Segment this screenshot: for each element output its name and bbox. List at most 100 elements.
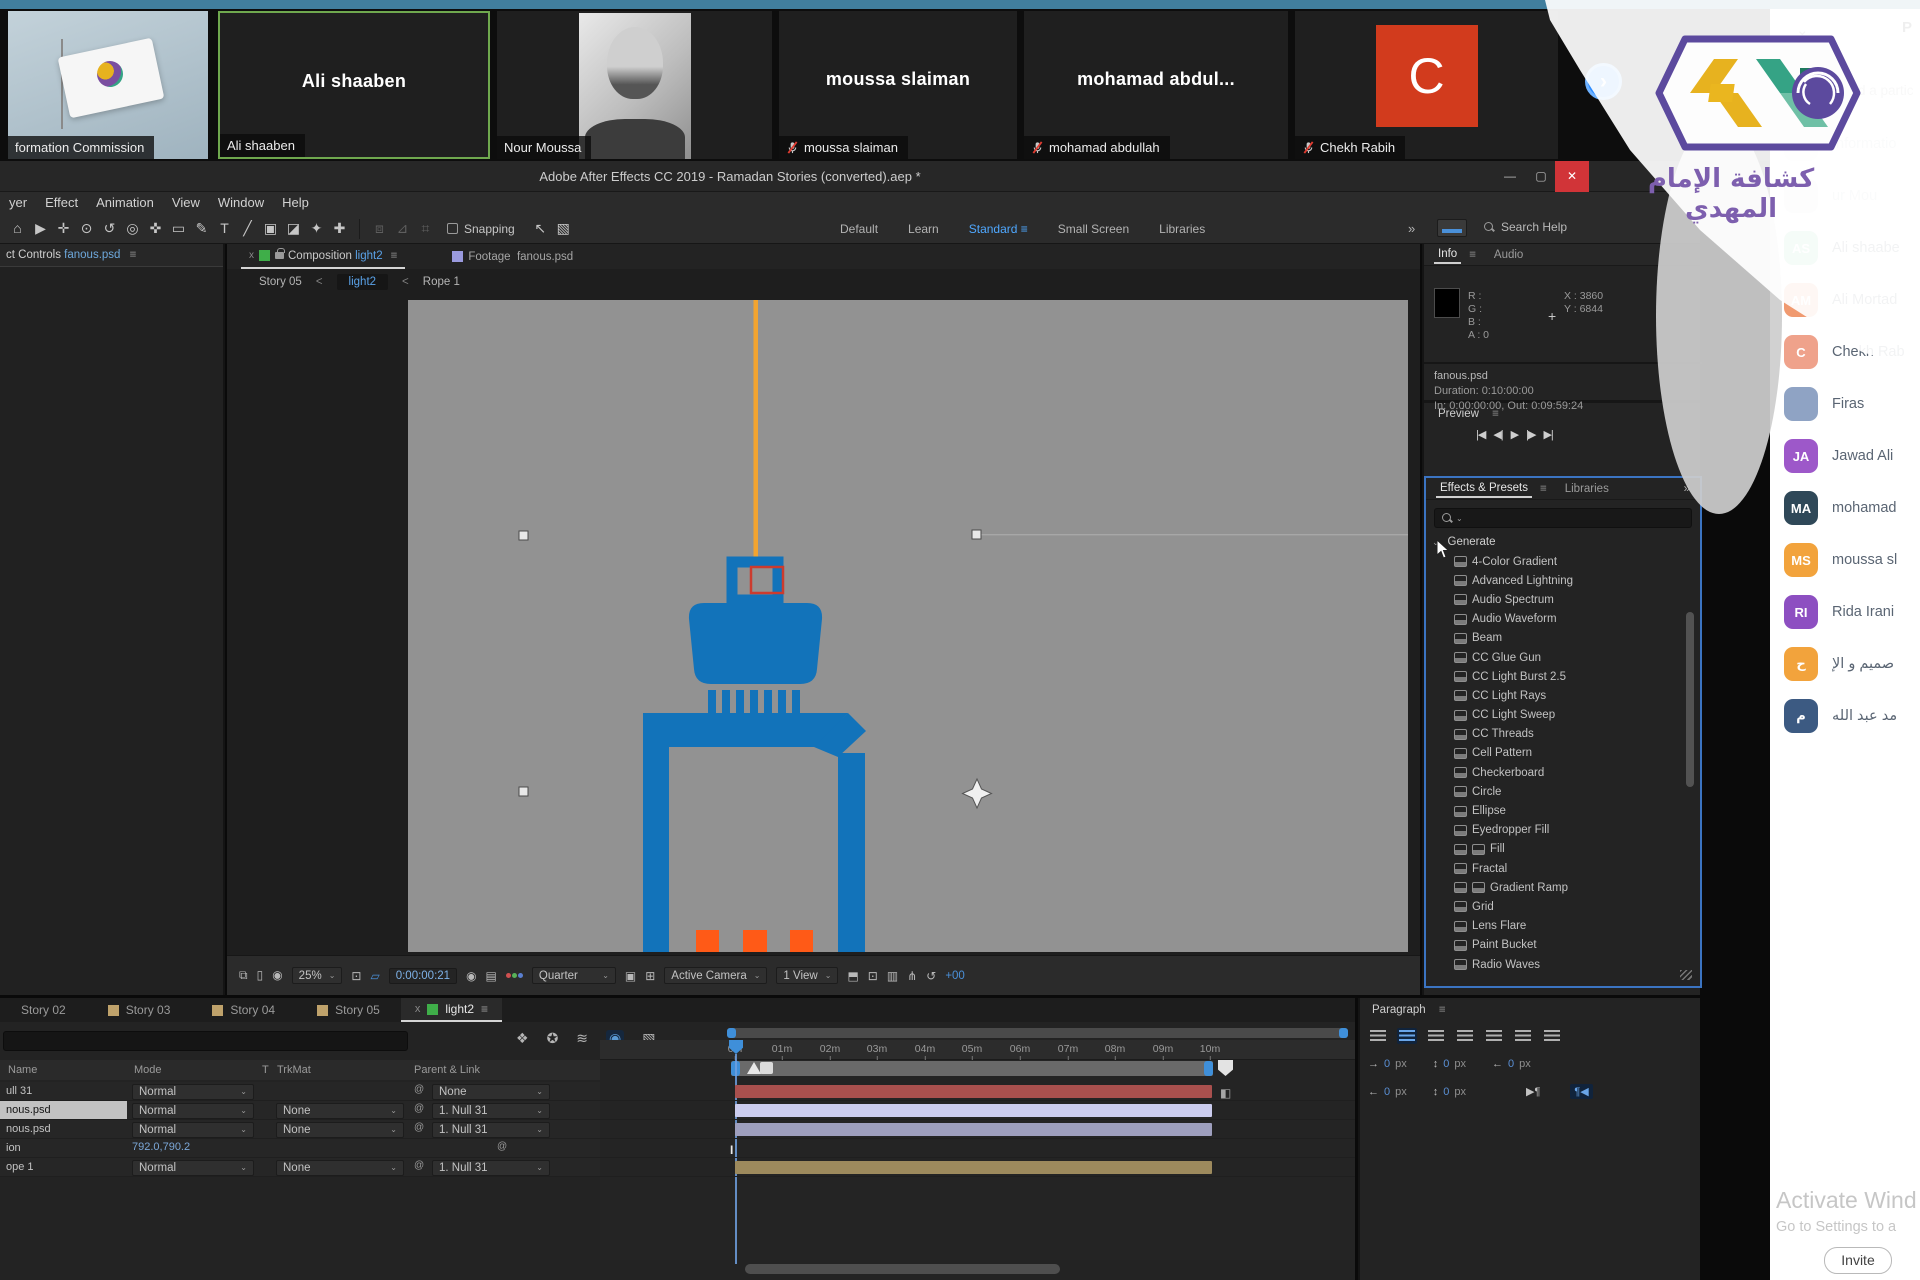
tool-icon[interactable]: ✜ [144,220,167,237]
close-button[interactable]: ✕ [1555,161,1589,192]
panel-menu-icon[interactable]: ≡ [1540,483,1547,495]
timeline-tab[interactable]: Story 05 [296,998,401,1022]
timeline-tab[interactable]: Story 02 [0,998,87,1022]
layer-name[interactable]: nous.psd [0,1101,127,1119]
menu-item[interactable]: Animation [96,195,154,210]
panel-menu-icon[interactable]: ≡ [481,1002,488,1016]
justify-last-center-button[interactable] [1484,1028,1504,1044]
effect-item[interactable]: Lens Flare [1454,917,1684,936]
participant-row[interactable]: م مد عبد الله [1784,690,1920,742]
trkmat-dropdown[interactable]: None⌄ [276,1160,404,1176]
timeline-switch-icon[interactable]: ❖ [516,1030,529,1047]
effect-item[interactable]: CC Threads [1454,725,1684,744]
layer-name[interactable]: ull 31 [0,1082,127,1100]
workspace-tab[interactable]: Learn [908,222,939,236]
trkmat-dropdown[interactable]: None⌄ [276,1103,404,1119]
viewer-bar-icon[interactable]: ⊡ [868,969,878,983]
workspace-tab[interactable]: Default [840,222,878,236]
effect-item[interactable]: Advanced Lightning [1454,571,1684,590]
timeline-tab[interactable]: Story 03 [87,998,192,1022]
effects-scrollbar[interactable] [1686,612,1694,787]
viewer-bar-icon[interactable]: ⊞ [645,969,655,983]
tool-icon[interactable]: ▣ [259,220,282,237]
tool-icon[interactable]: ▶ [29,220,52,237]
layer-row[interactable]: nous.psd Normal⌄ None⌄ @ 1. Null 31⌄ [0,1120,1355,1139]
tool-icon[interactable]: ◎ [121,220,144,237]
tool-icon[interactable]: ╱ [236,220,259,237]
panel-resize-grip[interactable] [1680,970,1692,980]
time-ruler[interactable]: 0m01m02m03m04m05m06m07m08m09m10m [600,1040,1355,1060]
effect-item[interactable]: Grid [1454,897,1684,916]
effect-item[interactable]: Circle [1454,782,1684,801]
menu-item[interactable]: Window [218,195,264,210]
tab-info[interactable]: Info [1434,246,1461,264]
col-parent[interactable]: Parent & Link [414,1064,480,1076]
indent-right-field[interactable]: ← 0px [1492,1058,1531,1070]
video-tile[interactable]: formation Commission [8,11,208,159]
participant-row[interactable]: RI Rida Irani [1784,586,1920,638]
viewer-bar-icon[interactable]: ⬒ [847,969,858,983]
effect-item[interactable]: CC Glue Gun [1454,648,1684,667]
snapping-checkbox[interactable] [447,223,458,234]
tool-icon[interactable]: ◪ [282,220,305,237]
blend-mode-dropdown[interactable]: Normal⌄ [132,1103,254,1119]
tool-icon[interactable]: ▧ [552,220,575,237]
layer-row[interactable]: nous.psd Normal⌄ None⌄ @ 1. Null 31⌄ [0,1101,1355,1120]
search-help-box[interactable]: Search Help [1484,220,1567,234]
col-mode[interactable]: Mode [134,1064,162,1076]
work-area-start-handle[interactable] [747,1062,761,1074]
align-center-button[interactable] [1397,1028,1417,1044]
workspace-overflow-icon[interactable]: » [1408,221,1415,236]
participant-row[interactable]: C Chekh Rab [1784,326,1920,378]
viewer-bar-icon[interactable]: ⊡ [351,969,361,983]
tool-icon[interactable]: ⊙ [75,220,98,237]
align-right-button[interactable] [1426,1028,1446,1044]
trkmat-dropdown[interactable]: None⌄ [276,1122,404,1138]
work-area-marker-box[interactable] [760,1062,773,1074]
space-after-field[interactable]: ↕ 0px [1433,1086,1466,1098]
effect-controls-tab[interactable]: ct Controls fanous.psd ≡ [0,244,223,267]
breadcrumb-next[interactable]: Rope 1 [423,276,460,288]
justify-last-left-button[interactable] [1455,1028,1475,1044]
video-tile[interactable]: Ali shaaben Ali shaaben [218,11,490,159]
viewer-bar-icon[interactable]: ▤ [486,969,497,983]
viewer-bar-icon[interactable]: ⋔ [907,969,917,983]
timeline-switch-icon[interactable]: ≋ [576,1030,588,1047]
justify-last-right-button[interactable] [1513,1028,1533,1044]
resolution-dropdown[interactable]: Quarter⌄ [532,967,616,984]
position-value[interactable]: 792.0,790.2 [132,1141,190,1153]
panel-menu-icon[interactable]: ≡ [1439,1004,1446,1016]
viewer-bar-icon[interactable]: ◉ [272,968,282,983]
find-participant-placeholder[interactable]: d a partic [1858,83,1914,98]
invite-button[interactable]: Invite [1824,1247,1892,1274]
space-before-field[interactable]: ↕ 0px [1433,1058,1466,1070]
layer-row[interactable]: ion 792.0,790.2 @ [0,1139,1355,1158]
menu-item[interactable]: Effect [45,195,78,210]
transport-button[interactable]: ▶ [1511,428,1518,441]
participant-row[interactable]: MA mohamad [1784,482,1920,534]
tool-icon[interactable]: ▭ [167,220,190,237]
viewer-bar-icon[interactable]: ↺ [926,969,936,983]
breadcrumb-current[interactable]: light2 [337,274,389,290]
viewer-bar-icon[interactable]: ▣ [625,969,636,983]
work-area-bar[interactable] [731,1061,1213,1076]
work-area-bar-top[interactable] [727,1028,1348,1038]
timeline-horizontal-scrollbar[interactable] [745,1264,1060,1274]
tool-icon[interactable]: ✎ [190,220,213,237]
layer-duration-bar[interactable] [735,1104,1212,1117]
effect-item[interactable]: Ellipse [1454,801,1684,820]
parent-pickwhip-icon[interactable]: @ [414,1103,424,1114]
layer-row[interactable]: ope 1 Normal⌄ None⌄ @ 1. Null 31⌄ [0,1158,1355,1177]
effect-item[interactable]: Cell Pattern [1454,744,1684,763]
parent-dropdown[interactable]: None⌄ [432,1084,550,1100]
layer-name[interactable]: ope 1 [0,1158,127,1176]
current-time-field[interactable]: 0:00:00:21 [389,968,457,984]
layer-name[interactable]: ion [0,1139,127,1157]
parent-pickwhip-icon[interactable]: @ [414,1160,424,1171]
timeline-tab[interactable]: Story 04 [191,998,296,1022]
parent-pickwhip-icon[interactable]: @ [414,1084,424,1095]
restore-button[interactable]: ▢ [1524,161,1558,192]
workspace-tab[interactable]: Small Screen [1058,222,1129,236]
composition-tab[interactable]: x Composition light2 ≡ [241,244,405,269]
view-layout-dropdown[interactable]: 1 View⌄ [776,967,838,984]
